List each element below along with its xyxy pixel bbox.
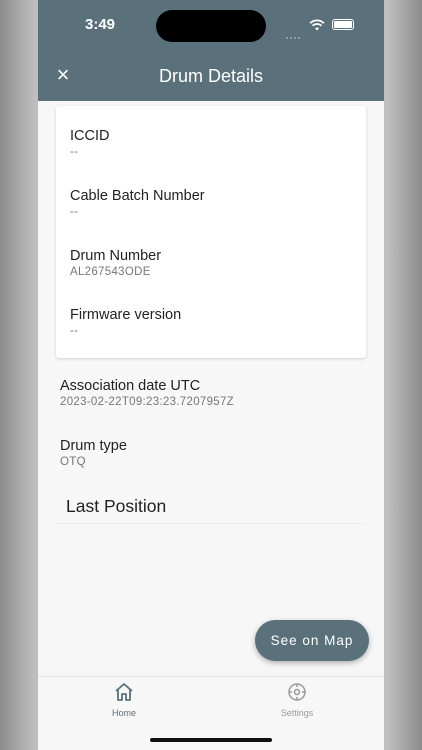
app-screen: 3:49 × Drum Details ICCID -- Cable Batch… bbox=[38, 0, 384, 750]
field-value: -- bbox=[70, 325, 79, 337]
tab-label: Settings bbox=[280, 708, 314, 718]
field-association-date: Association date UTC 2023-02-22T09:23:23… bbox=[60, 378, 234, 408]
field-value: AL267543ODE bbox=[70, 266, 151, 278]
home-indicator bbox=[150, 738, 272, 742]
field-drum-type: Drum type OTQ bbox=[60, 438, 127, 468]
field-value: 2023-02-22T09:23:23.7207957Z bbox=[60, 396, 235, 408]
field-drum-number: Drum Number AL267543ODE bbox=[70, 248, 161, 278]
tab-label: Home bbox=[111, 708, 136, 718]
field-value: OTQ bbox=[60, 456, 86, 468]
signal-icon bbox=[286, 26, 304, 39]
settings-icon bbox=[288, 683, 306, 701]
field-label: Firmware version bbox=[70, 307, 182, 323]
field-cable-batch-number: Cable Batch Number -- bbox=[70, 188, 205, 218]
field-firmware-version: Firmware version -- bbox=[70, 307, 181, 337]
last-position-title: Last Position bbox=[66, 496, 167, 516]
tab-home[interactable]: Home bbox=[79, 681, 169, 718]
field-label: ICCID bbox=[70, 128, 110, 144]
field-label: Drum type bbox=[60, 438, 127, 454]
divider bbox=[56, 523, 366, 524]
dynamic-island bbox=[156, 10, 266, 42]
tab-settings[interactable]: Settings bbox=[252, 681, 342, 718]
field-iccid: ICCID -- bbox=[70, 128, 109, 158]
battery-icon bbox=[332, 19, 354, 30]
wifi-icon bbox=[309, 19, 325, 31]
field-label: Cable Batch Number bbox=[70, 188, 205, 204]
app-header: 3:49 × Drum Details bbox=[38, 0, 384, 101]
field-value: -- bbox=[70, 206, 79, 218]
drum-info-card: ICCID -- Cable Batch Number -- Drum Numb… bbox=[56, 106, 366, 358]
page-title: Drum Details bbox=[158, 66, 264, 86]
home-icon bbox=[115, 683, 133, 701]
see-on-map-button[interactable]: See on Map bbox=[255, 620, 369, 661]
status-time: 3:49 bbox=[85, 16, 116, 33]
field-value: -- bbox=[70, 146, 79, 158]
field-label: Association date UTC bbox=[60, 378, 201, 394]
field-label: Drum Number bbox=[70, 248, 162, 264]
